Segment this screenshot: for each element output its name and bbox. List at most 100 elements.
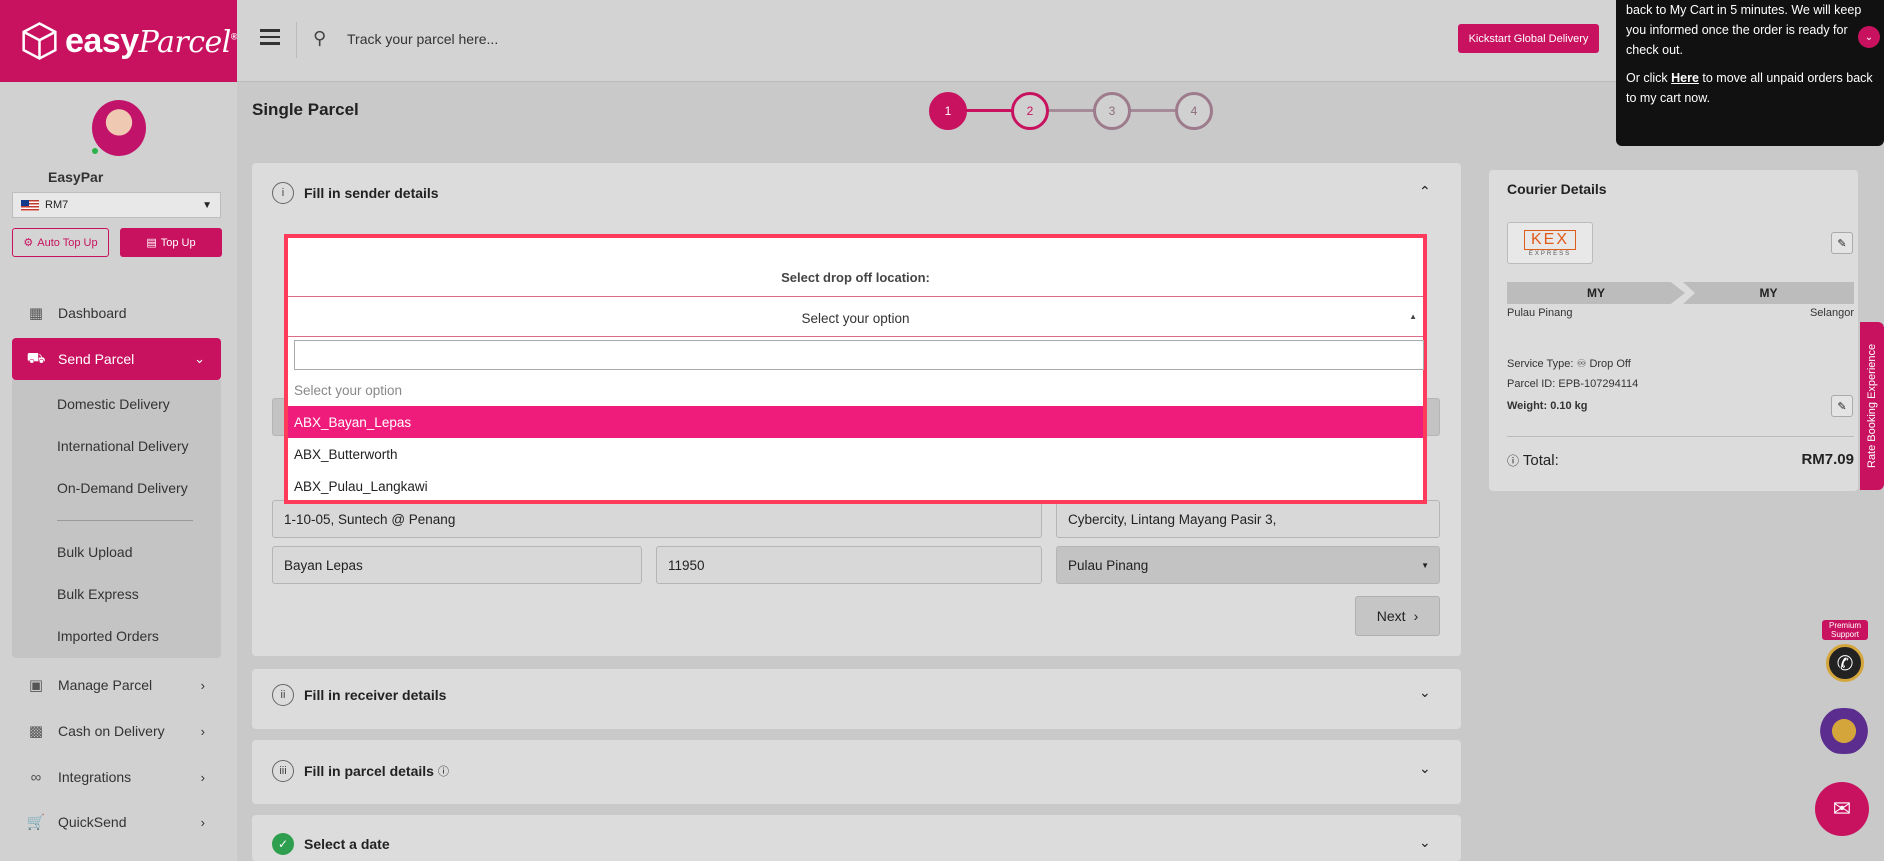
chevron-down-icon[interactable]: ⌄: [1419, 760, 1431, 777]
address-line-1-field[interactable]: 1-10-05, Suntech @ Penang: [272, 500, 1042, 538]
submenu-bulk-express[interactable]: Bulk Express: [57, 586, 139, 602]
sidebar-item-cash-on-delivery[interactable]: ▩ Cash on Delivery ›: [12, 710, 221, 752]
premium-support-button[interactable]: Premium Support ✆: [1822, 620, 1868, 690]
promo-mascot-icon[interactable]: [1812, 708, 1876, 754]
premium-support-badge: Premium Support: [1822, 620, 1868, 640]
chevron-down-icon[interactable]: ⌄: [1419, 834, 1431, 851]
whatsapp-icon: ✆: [1826, 644, 1864, 682]
cash-icon: ▩: [28, 723, 44, 740]
dropdown-option[interactable]: ABX_Bayan_Lepas: [288, 406, 1423, 438]
courier-details-title: Courier Details: [1507, 181, 1607, 197]
drop-off-search-input[interactable]: [294, 340, 1424, 370]
step-connector: [1129, 109, 1179, 112]
submenu-domestic-delivery[interactable]: Domestic Delivery: [57, 396, 170, 412]
parcel-id: Parcel ID: EPB-107294114: [1507, 378, 1639, 390]
sidebar-item-send-parcel[interactable]: ⛟ Send Parcel ⌄: [12, 338, 221, 380]
submenu-imported-orders[interactable]: Imported Orders: [57, 628, 159, 644]
brand-logo[interactable]: easyParcel®: [0, 0, 238, 82]
wallet-icon: ▤: [146, 237, 157, 249]
step-number-icon: i: [272, 182, 294, 204]
kickstart-global-delivery-button[interactable]: Kickstart Global Delivery: [1458, 24, 1599, 53]
sidebar-item-quicksend[interactable]: 🛒 QuickSend ›: [12, 801, 221, 843]
service-type: Service Type: ♾ Drop Off: [1507, 358, 1631, 370]
boxes-icon: ▣: [28, 677, 44, 694]
search-icon: ⚲: [313, 28, 327, 48]
track-parcel-input[interactable]: [347, 26, 747, 52]
step-2: 2: [1011, 92, 1049, 130]
courier-details-card: [1489, 170, 1858, 491]
cart-notice-tooltip: back to My Cart in 5 minutes. We will ke…: [1616, 0, 1884, 146]
avatar[interactable]: [92, 100, 146, 156]
tooltip-message: back to My Cart in 5 minutes. We will ke…: [1626, 3, 1862, 57]
chevron-right-icon: ›: [200, 723, 205, 739]
receiver-section-header[interactable]: ii Fill in receiver details: [272, 684, 446, 706]
info-icon: ⓘ: [1507, 454, 1520, 468]
user-name: EasyPar: [48, 169, 104, 185]
postcode-field[interactable]: 11950: [656, 546, 1042, 584]
here-link[interactable]: Here: [1671, 71, 1699, 85]
step-1: 1: [929, 92, 967, 130]
step-4: 4: [1175, 92, 1213, 130]
drop-off-label: Select drop off location:: [781, 270, 930, 285]
city-field[interactable]: Bayan Lepas: [272, 546, 642, 584]
sidebar: easyParcel® EasyPar RM7 ▼ ⚙ Auto Top Up …: [0, 0, 238, 861]
divider: [288, 296, 1423, 297]
divider: [296, 22, 297, 58]
chevron-right-icon: ›: [200, 814, 205, 830]
link-icon: ∞: [30, 768, 42, 786]
address-line-2-field[interactable]: Cybercity, Lintang Mayang Pasir 3,: [1056, 500, 1440, 538]
step-connector: [965, 109, 1015, 112]
cart-icon: 🛒: [26, 814, 46, 831]
malaysia-flag-icon: [21, 199, 39, 211]
next-button[interactable]: Next ›: [1355, 596, 1440, 636]
chevron-down-icon[interactable]: ⌄: [1419, 684, 1431, 701]
destination-state: Selangor: [1809, 307, 1854, 319]
page-title: Single Parcel: [252, 100, 359, 119]
dropdown-option-placeholder[interactable]: Select your option: [288, 374, 1423, 406]
submenu-divider: [57, 520, 193, 521]
drop-off-select[interactable]: Select your option: [288, 298, 1423, 338]
drop-off-location-dropdown: Drop off your parcel at courier branches…: [270, 234, 1427, 504]
chevron-up-icon[interactable]: ⌃: [1419, 183, 1431, 200]
check-icon: ✓: [272, 833, 294, 855]
submenu-bulk-upload[interactable]: Bulk Upload: [57, 544, 133, 560]
dropdown-option[interactable]: ABX_Pulau_Langkawi: [288, 470, 1423, 502]
sender-section-header[interactable]: i Fill in sender details: [272, 182, 439, 204]
caret-down-icon: ▼: [1421, 560, 1429, 570]
rate-booking-experience-tab[interactable]: Rate Booking Experience: [1860, 322, 1884, 490]
state-select[interactable]: Pulau Pinang ▼: [1056, 546, 1440, 584]
hamburger-menu-icon[interactable]: [260, 29, 280, 49]
dropdown-option[interactable]: ABX_Butterworth: [288, 438, 1423, 470]
sidebar-item-dashboard[interactable]: ▦ Dashboard: [12, 292, 221, 334]
divider: [288, 336, 1423, 337]
chevron-right-icon: ›: [1413, 608, 1419, 624]
date-section-header[interactable]: ✓ Select a date: [272, 833, 390, 855]
brand-name: easyParcel®: [65, 21, 238, 60]
chevron-down-icon: ▼: [202, 199, 212, 211]
sidebar-item-integrations[interactable]: ∞ Integrations ›: [12, 756, 221, 798]
origin-state: Pulau Pinang: [1507, 307, 1573, 319]
drop-off-hint: Drop off your parcel at courier branches…: [270, 250, 756, 265]
edit-courier-button[interactable]: ✎: [1831, 232, 1853, 254]
truck-icon: ⛟: [26, 349, 46, 367]
submenu-on-demand-delivery[interactable]: On-Demand Delivery: [57, 480, 188, 496]
sidebar-item-manage-parcel[interactable]: ▣ Manage Parcel ›: [12, 664, 221, 706]
chevron-down-icon[interactable]: ⌄: [1858, 26, 1880, 48]
chat-icon[interactable]: ✉: [1815, 782, 1869, 836]
help-icon[interactable]: ⓘ: [438, 763, 449, 779]
wallet-currency-select[interactable]: RM7 ▼: [12, 192, 221, 218]
select-date-card[interactable]: [252, 815, 1461, 861]
top-up-button[interactable]: ▤ Top Up: [120, 228, 222, 257]
submenu-international-delivery[interactable]: International Delivery: [57, 438, 189, 454]
send-parcel-submenu: [12, 380, 221, 658]
caret-up-icon[interactable]: ▲: [1409, 312, 1417, 321]
online-status-dot: [90, 146, 100, 156]
chevron-right-icon: ›: [200, 677, 205, 693]
auto-top-up-button[interactable]: ⚙ Auto Top Up: [12, 228, 109, 257]
edit-parcel-button[interactable]: ✎: [1831, 395, 1853, 417]
cube-icon: [22, 22, 57, 60]
parcel-section-header[interactable]: iii Fill in parcel details ⓘ: [272, 760, 449, 782]
step-3: 3: [1093, 92, 1131, 130]
total-amount: RM7.09: [1801, 451, 1854, 468]
chevron-down-icon: ⌄: [194, 351, 205, 366]
